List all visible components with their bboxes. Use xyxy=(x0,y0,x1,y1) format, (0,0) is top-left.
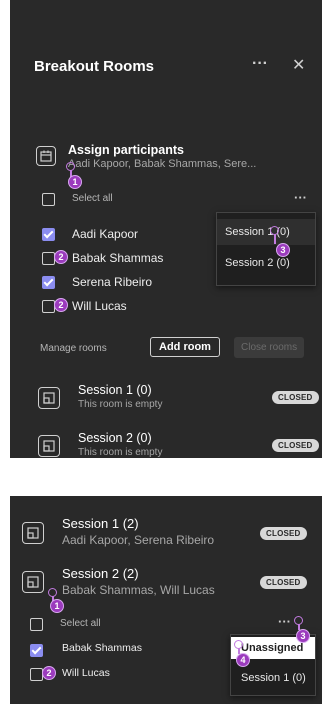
menu-item-session-2[interactable]: Session 2 (0) xyxy=(225,257,290,269)
calendar-people-icon[interactable] xyxy=(36,146,56,166)
participant-name: Aadi Kapoor xyxy=(72,227,139,241)
menu-item-session-1[interactable]: Session 1 (0) xyxy=(241,672,306,684)
assign-room-menu: Session 1 (0) Session 2 (0) xyxy=(216,212,316,286)
room-name[interactable]: Session 2 (2) xyxy=(62,566,139,581)
room-detail: This room is empty xyxy=(78,447,163,458)
select-all-checkbox[interactable] xyxy=(30,618,43,631)
room-detail: This room is empty xyxy=(78,399,163,410)
participant-checkbox-babak[interactable] xyxy=(30,644,43,657)
participant-name: Babak Shammas xyxy=(72,251,164,265)
room-icon xyxy=(22,571,44,593)
status-badge: CLOSED xyxy=(260,576,307,589)
participant-more-icon[interactable]: ··· xyxy=(294,190,307,205)
room-icon xyxy=(38,435,60,457)
marker-connector xyxy=(274,234,276,244)
add-room-button[interactable]: Add room xyxy=(150,337,220,357)
room-detail: Babak Shammas, Will Lucas xyxy=(62,583,215,597)
assign-participants-subtitle: Aadi Kapoor, Babak Shammas, Sere... xyxy=(68,158,257,170)
close-icon[interactable]: ✕ xyxy=(292,55,305,75)
participant-checkbox-will[interactable] xyxy=(42,300,55,313)
step-marker: 1 xyxy=(50,599,64,613)
step-marker: 3 xyxy=(276,243,290,257)
close-rooms-button[interactable]: Close rooms xyxy=(234,337,305,358)
assign-participants-title[interactable]: Assign participants xyxy=(68,143,184,157)
participant-checkbox-aadi[interactable] xyxy=(42,228,55,241)
status-badge: CLOSED xyxy=(272,439,319,452)
select-all-checkbox[interactable] xyxy=(42,193,55,206)
room-icon xyxy=(38,387,60,409)
manage-rooms-label: Manage rooms xyxy=(40,343,107,354)
participant-name: Babak Shammas xyxy=(62,642,142,654)
ellipsis-icon[interactable]: ··· xyxy=(252,55,268,73)
step-marker: 2 xyxy=(54,298,68,312)
menu-item-unassigned[interactable]: Unassigned xyxy=(241,642,303,654)
panel-title: Breakout Rooms xyxy=(34,58,155,75)
participant-name: Will Lucas xyxy=(72,299,127,313)
room-name[interactable]: Session 1 (0) xyxy=(78,383,152,397)
breakout-rooms-panel: Breakout Rooms ··· ✕ Assign participants… xyxy=(10,0,322,458)
select-all-label: Select all xyxy=(72,193,113,204)
step-marker: 4 xyxy=(236,653,250,667)
participant-more-icon[interactable]: ··· xyxy=(278,614,291,629)
room-name[interactable]: Session 1 (2) xyxy=(62,516,139,531)
room-detail: Aadi Kapoor, Serena Ribeiro xyxy=(62,533,215,547)
menu-item-session-1[interactable]: Session 1 (0) xyxy=(225,226,290,238)
breakout-rooms-panel-assigned: Session 1 (2) Aadi Kapoor, Serena Ribeir… xyxy=(10,496,322,704)
status-badge: CLOSED xyxy=(272,391,319,404)
participant-name: Serena Ribeiro xyxy=(72,275,153,289)
participant-checkbox-serena[interactable] xyxy=(42,276,55,289)
participant-checkbox-will[interactable] xyxy=(30,668,43,681)
step-marker: 2 xyxy=(54,250,68,264)
participant-name: Will Lucas xyxy=(62,667,110,679)
status-badge: CLOSED xyxy=(260,527,307,540)
room-name[interactable]: Session 2 (0) xyxy=(78,431,152,445)
step-marker: 2 xyxy=(42,666,56,680)
select-all-label: Select all xyxy=(60,618,101,629)
room-icon xyxy=(22,522,44,544)
participant-checkbox-babak[interactable] xyxy=(42,252,55,265)
step-marker: 1 xyxy=(68,175,82,189)
step-marker: 3 xyxy=(296,629,310,643)
